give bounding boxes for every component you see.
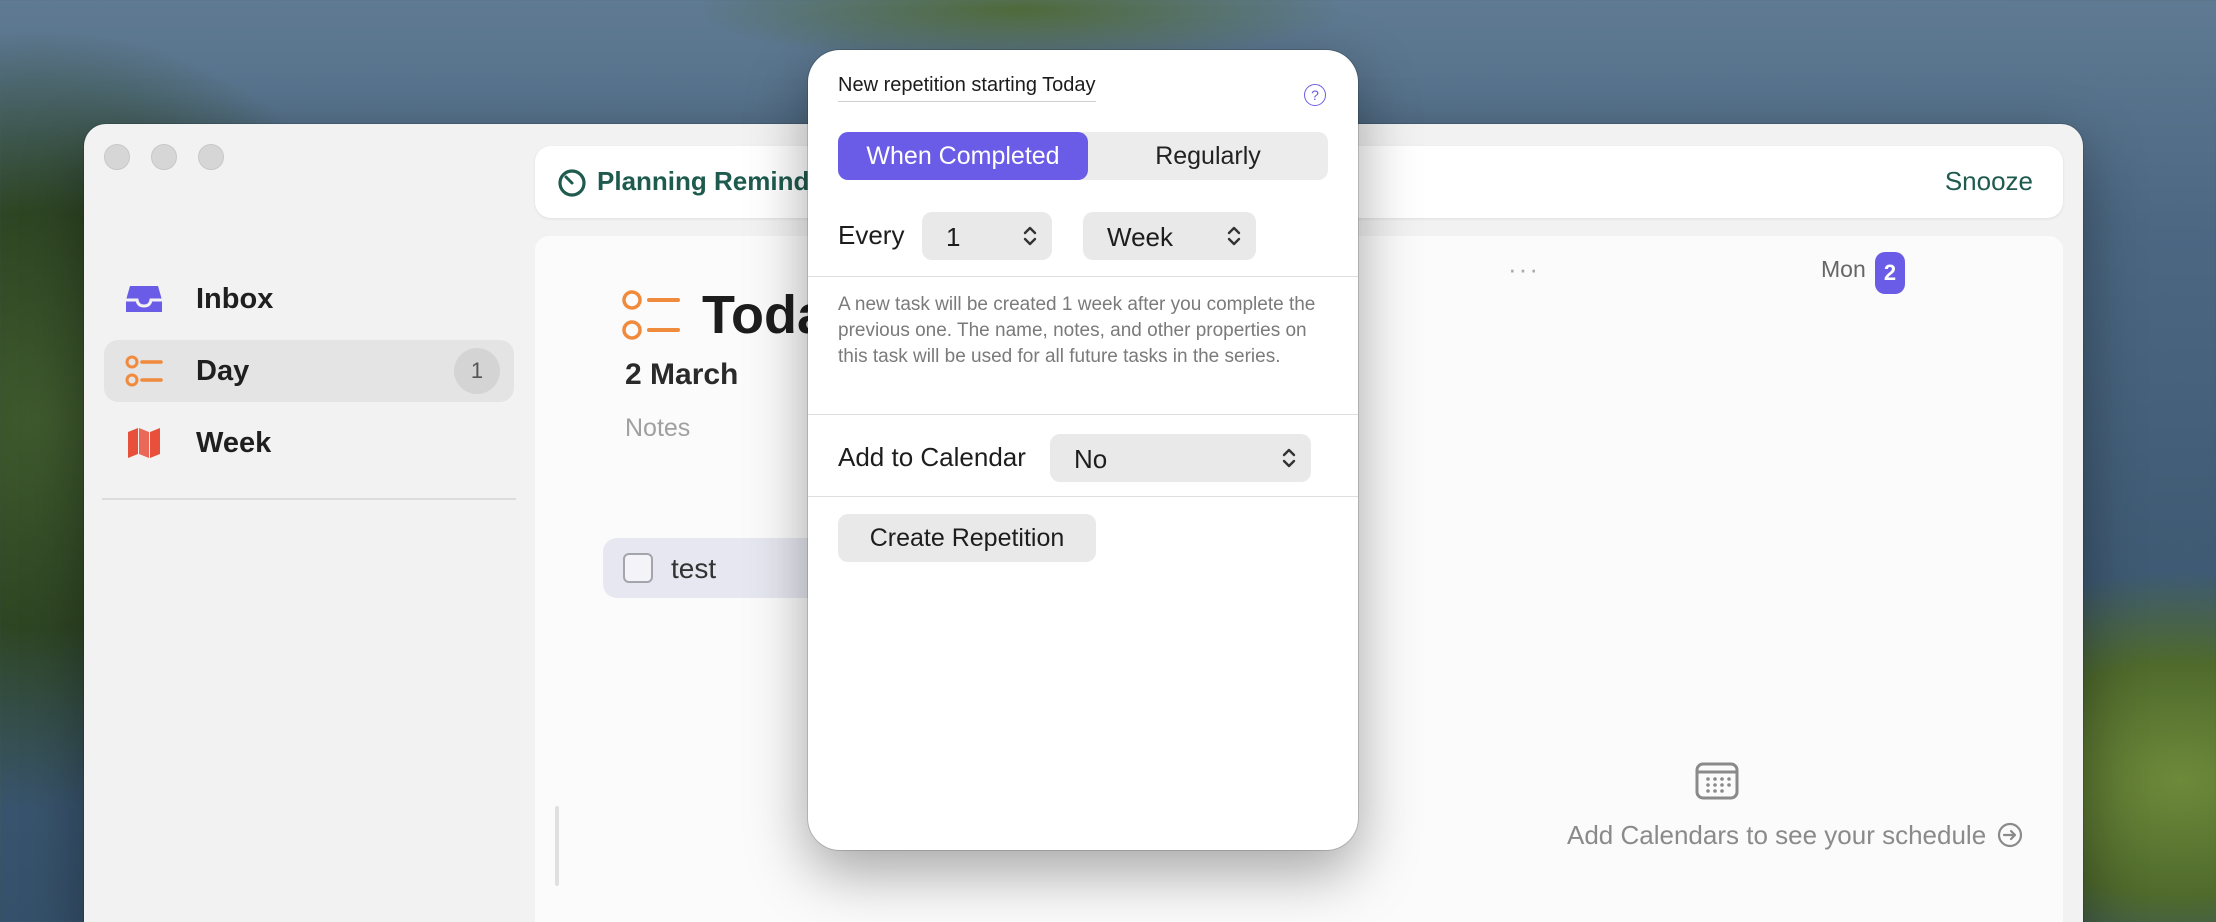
scroll-indicator (555, 806, 559, 886)
snooze-button[interactable]: Snooze (1945, 166, 2033, 197)
unit-select[interactable]: Week (1083, 212, 1256, 260)
count-badge: 1 (454, 348, 500, 394)
arrow-right-circle-icon (1998, 822, 2023, 848)
sidebar-item-day[interactable]: Day 1 (104, 340, 514, 402)
repetition-popover: New repetition starting Today ? When Com… (808, 50, 1358, 850)
up-down-chevron-icon (1023, 226, 1037, 246)
close-window-button[interactable] (104, 144, 130, 170)
add-calendars-link[interactable]: Add Calendars to see your schedule (1567, 820, 2023, 851)
sidebar-item-label: Day (196, 354, 250, 387)
calendar-icon (1695, 760, 1739, 805)
divider (808, 496, 1358, 497)
regularly-option[interactable]: Regularly (1088, 132, 1328, 180)
task-label: test (671, 553, 717, 584)
sidebar-item-label: Inbox (196, 282, 274, 315)
add-calendars-text: Add Calendars to see your schedule (1567, 820, 1987, 850)
divider (808, 276, 1358, 277)
notes-field[interactable]: Notes (625, 414, 690, 443)
interval-stepper[interactable]: 1 (922, 212, 1052, 260)
when-completed-option[interactable]: When Completed (838, 132, 1088, 180)
day-list-icon (124, 353, 164, 389)
day-list-icon (621, 288, 681, 347)
sidebar-item-week[interactable]: Week (104, 412, 514, 474)
create-repetition-button[interactable]: Create Repetition (838, 514, 1096, 562)
repetition-description: A new task will be created 1 week after … (838, 294, 1316, 367)
calendar-day-name: Mon (1821, 256, 1866, 282)
repetition-mode-control: When Completed Regularly (838, 132, 1328, 180)
up-down-chevron-icon (1282, 448, 1296, 468)
add-to-calendar-label: Add to Calendar (838, 442, 1026, 472)
calendar-day-number: 2 (1875, 252, 1905, 294)
sidebar-divider (102, 498, 516, 500)
divider (808, 414, 1358, 415)
map-icon (124, 425, 164, 461)
up-down-chevron-icon (1227, 226, 1241, 246)
unit-value: Week (1107, 222, 1173, 252)
inbox-icon (124, 281, 164, 317)
every-label: Every (838, 220, 905, 250)
repetition-title-field[interactable]: New repetition starting Today (838, 74, 1096, 102)
header-title[interactable]: Planning Reminde (597, 166, 824, 197)
interval-value: 1 (946, 222, 961, 252)
minimize-window-button[interactable] (151, 144, 177, 170)
zoom-window-button[interactable] (198, 144, 224, 170)
timer-icon (557, 168, 587, 203)
help-icon[interactable]: ? (1304, 84, 1326, 106)
calendar-more-button[interactable]: ··· (1508, 254, 1540, 285)
add-to-calendar-value: No (1074, 444, 1108, 474)
task-checkbox[interactable] (623, 553, 653, 583)
sidebar-item-label: Week (196, 426, 272, 459)
sidebar-item-inbox[interactable]: Inbox (104, 268, 514, 330)
day-date: 2 March (625, 358, 739, 391)
add-to-calendar-select[interactable]: No (1050, 434, 1311, 482)
